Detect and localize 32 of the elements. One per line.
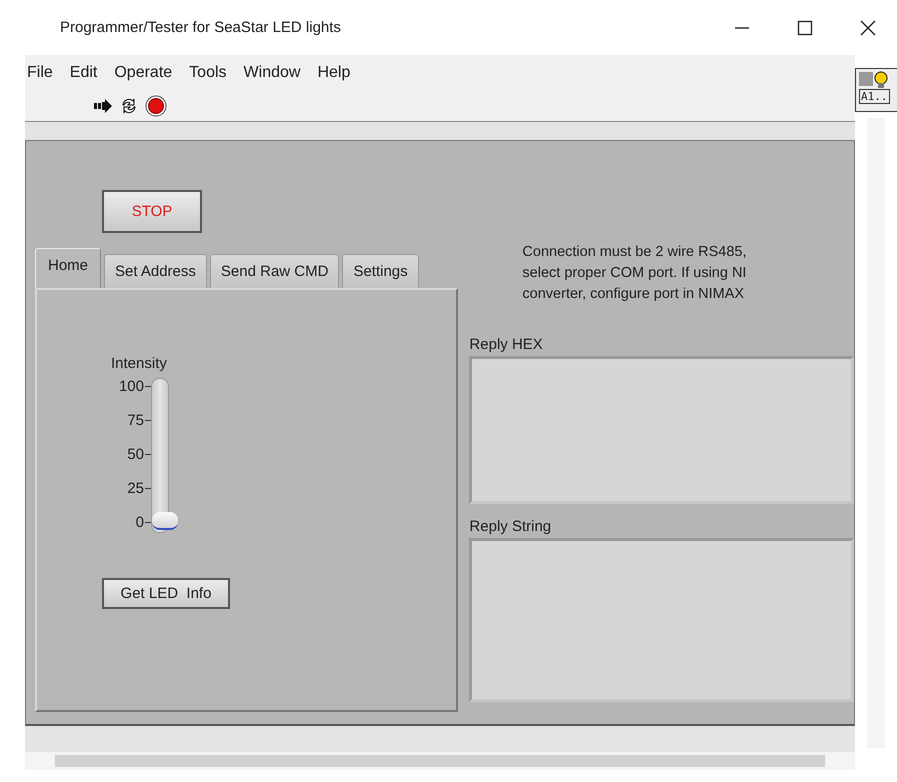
scale-label: 25 <box>127 480 144 496</box>
menu-item[interactable]: Operate <box>114 64 172 82</box>
field-label: Reply String <box>469 518 552 535</box>
horizontal-scrollbar[interactable] <box>25 752 855 770</box>
scale-label: 50 <box>127 446 144 462</box>
get-led-info-button[interactable]: Get LED Info <box>102 578 230 609</box>
connector-pane[interactable]: A1.. <box>855 68 897 112</box>
menu-item[interactable]: Edit <box>70 64 98 82</box>
slider-label: Intensity <box>111 355 167 372</box>
bulb-icon <box>859 71 889 89</box>
menu-item[interactable]: Window <box>244 64 300 82</box>
tab[interactable]: Send Raw CMD <box>210 254 340 288</box>
stop-icon[interactable] <box>145 94 167 116</box>
tab[interactable]: Home <box>35 248 102 288</box>
window-title: Programmer/Tester for SeaStar LED lights <box>60 19 341 36</box>
reply-hex-field[interactable] <box>469 356 854 504</box>
tab[interactable]: Settings <box>342 254 419 288</box>
scale-label: 75 <box>127 412 144 428</box>
close-icon[interactable] <box>860 20 876 36</box>
tab[interactable]: Set Address <box>104 254 207 288</box>
reply-string-field[interactable] <box>469 538 854 702</box>
connection-note: Connection must be 2 wire RS485, select proper COM port. If using NI converter, configure port in NIMAX <box>522 243 748 304</box>
menu-item[interactable]: File <box>27 64 53 82</box>
slider-thumb[interactable] <box>152 512 178 530</box>
menu-item[interactable]: Tools <box>189 64 227 82</box>
scale-label: 100 <box>118 378 144 394</box>
run-arrow-icon[interactable] <box>93 98 113 114</box>
field-label: Reply HEX <box>469 336 543 353</box>
scale-label: 0 <box>136 514 144 530</box>
menu-item[interactable]: Help <box>317 64 350 82</box>
maximize-icon[interactable] <box>797 20 813 36</box>
connector-label: A1.. <box>859 89 890 104</box>
